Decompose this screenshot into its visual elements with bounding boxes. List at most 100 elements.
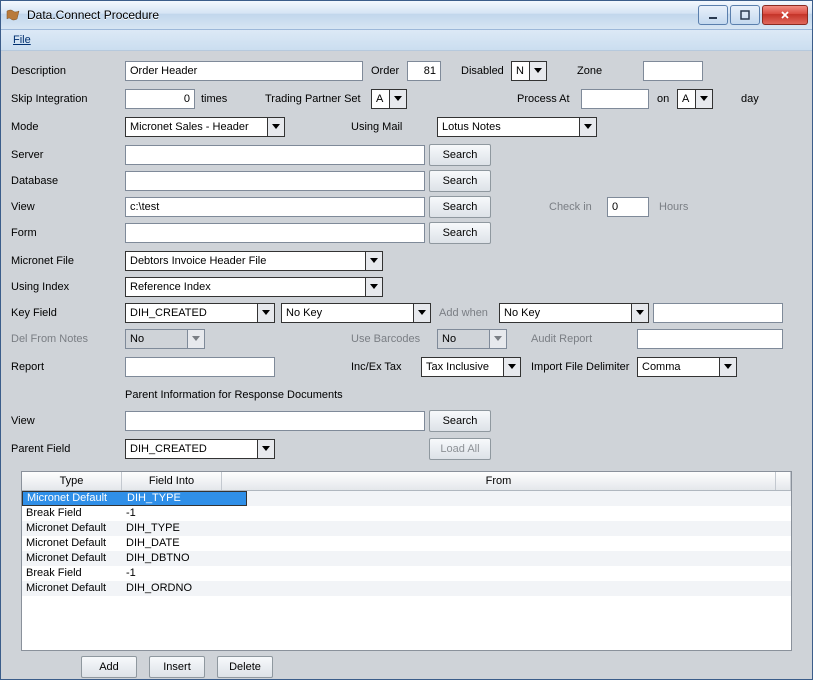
label-key-field: Key Field xyxy=(11,307,57,319)
chevron-down-icon xyxy=(489,330,506,348)
label-del-from-notes: Del From Notes xyxy=(11,333,88,345)
cell-end xyxy=(776,581,791,596)
check-in-input[interactable] xyxy=(607,197,649,217)
label-audit-report: Audit Report xyxy=(531,333,592,345)
response-view-input[interactable] xyxy=(125,411,425,431)
col-type-header[interactable]: Type xyxy=(22,472,122,490)
window-buttons xyxy=(698,5,808,25)
key-field2-select[interactable]: No Key xyxy=(281,303,431,323)
chevron-down-icon xyxy=(413,304,430,322)
label-hours: Hours xyxy=(659,201,688,213)
table-row[interactable]: Break Field-1 xyxy=(22,566,791,581)
chevron-down-icon xyxy=(389,90,406,108)
table-row[interactable]: Micronet DefaultDIH_ORDNO xyxy=(22,581,791,596)
mode-select[interactable]: Micronet Sales - Header xyxy=(125,117,285,137)
process-at-input[interactable] xyxy=(581,89,649,109)
inc-ex-tax-select[interactable]: Tax Inclusive xyxy=(421,357,521,377)
key-field-select[interactable]: DIH_CREATED xyxy=(125,303,275,323)
label-response-view: View xyxy=(11,415,35,427)
table-row[interactable]: Break Field-1 xyxy=(22,506,791,521)
cell-end xyxy=(776,506,791,521)
chevron-down-icon xyxy=(579,118,596,136)
using-index-select[interactable]: Reference Index xyxy=(125,277,383,297)
label-order: Order xyxy=(371,65,399,77)
label-trading-partner-set: Trading Partner Set xyxy=(265,93,361,105)
cell-field-into: -1 xyxy=(122,566,222,581)
zone-input[interactable] xyxy=(643,61,703,81)
col-from-header[interactable]: From xyxy=(222,472,776,490)
table-row[interactable]: Micronet DefaultDIH_DBTNO xyxy=(22,551,791,566)
server-search-button[interactable]: Search xyxy=(429,144,491,166)
fields-table[interactable]: Type Field Into From Micronet DefaultDIH… xyxy=(21,471,792,651)
server-input[interactable] xyxy=(125,145,425,165)
audit-report-input[interactable] xyxy=(637,329,783,349)
table-row[interactable]: Micronet DefaultDIH_DATE xyxy=(22,536,791,551)
label-inc-ex-tax: Inc/Ex Tax xyxy=(351,361,402,373)
table-row[interactable]: Micronet DefaultDIH_TYPE xyxy=(22,491,247,506)
add-button[interactable]: Add xyxy=(81,656,137,678)
disabled-select[interactable]: N xyxy=(511,61,547,81)
close-button[interactable] xyxy=(762,5,808,25)
cell-type: Break Field xyxy=(22,566,122,581)
view-search-button[interactable]: Search xyxy=(429,196,491,218)
load-all-button: Load All xyxy=(429,438,491,460)
label-import-file-delimiter: Import File Delimiter xyxy=(531,361,629,373)
col-end-header xyxy=(776,472,791,490)
label-parent-info: Parent Information for Response Document… xyxy=(125,389,343,401)
add-when-extra-input[interactable] xyxy=(653,303,783,323)
label-disabled: Disabled xyxy=(461,65,504,77)
insert-button[interactable]: Insert xyxy=(149,656,205,678)
import-file-delimiter-select[interactable]: Comma xyxy=(637,357,737,377)
on-select[interactable]: A xyxy=(677,89,713,109)
parent-field-select[interactable]: DIH_CREATED xyxy=(125,439,275,459)
using-mail-select[interactable]: Lotus Notes xyxy=(437,117,597,137)
cell-end xyxy=(776,566,791,581)
menubar: File xyxy=(1,30,812,51)
label-use-barcodes: Use Barcodes xyxy=(351,333,420,345)
client-area: Description Order Disabled N Zone Skip I… xyxy=(1,51,812,679)
maximize-button[interactable] xyxy=(730,5,760,25)
cell-field-into: DIH_DATE xyxy=(122,536,222,551)
label-times: times xyxy=(201,93,227,105)
table-header: Type Field Into From xyxy=(22,472,791,491)
chevron-down-icon xyxy=(719,358,736,376)
chevron-down-icon xyxy=(187,330,204,348)
order-input[interactable] xyxy=(407,61,441,81)
database-input[interactable] xyxy=(125,171,425,191)
label-micronet-file: Micronet File xyxy=(11,255,74,267)
minimize-button[interactable] xyxy=(698,5,728,25)
cell-type: Micronet Default xyxy=(22,581,122,596)
chevron-down-icon xyxy=(257,440,274,458)
label-day: day xyxy=(741,93,759,105)
description-input[interactable] xyxy=(125,61,363,81)
report-input[interactable] xyxy=(125,357,275,377)
cell-field-into: DIH_TYPE xyxy=(123,491,223,506)
use-barcodes-select: No xyxy=(437,329,507,349)
cell-end xyxy=(776,551,791,566)
view-input[interactable] xyxy=(125,197,425,217)
cell-from xyxy=(222,506,776,521)
table-body[interactable]: Micronet DefaultDIH_TYPEBreak Field-1Bre… xyxy=(22,491,791,650)
chevron-down-icon xyxy=(503,358,520,376)
label-using-mail: Using Mail xyxy=(351,121,402,133)
cell-type: Micronet Default xyxy=(22,536,122,551)
col-field-into-header[interactable]: Field Into xyxy=(122,472,222,490)
form-input[interactable] xyxy=(125,223,425,243)
form-search-button[interactable]: Search xyxy=(429,222,491,244)
add-when-select[interactable]: No Key xyxy=(499,303,649,323)
label-using-index: Using Index xyxy=(11,281,69,293)
skip-integration-input[interactable] xyxy=(125,89,195,109)
table-row[interactable]: Micronet DefaultDIH_TYPE xyxy=(22,521,791,536)
micronet-file-select[interactable]: Debtors Invoice Header File xyxy=(125,251,383,271)
label-view: View xyxy=(11,201,35,213)
trading-partner-set-select[interactable]: A xyxy=(371,89,407,109)
cell-end xyxy=(776,536,791,551)
cell-from xyxy=(222,536,776,551)
cell-field-into: -1 xyxy=(122,506,222,521)
response-view-search-button[interactable]: Search xyxy=(429,410,491,432)
titlebar: Data.Connect Procedure xyxy=(1,1,812,30)
delete-button[interactable]: Delete xyxy=(217,656,273,678)
database-search-button[interactable]: Search xyxy=(429,170,491,192)
chevron-down-icon xyxy=(529,62,546,80)
menu-file[interactable]: File xyxy=(7,32,37,48)
